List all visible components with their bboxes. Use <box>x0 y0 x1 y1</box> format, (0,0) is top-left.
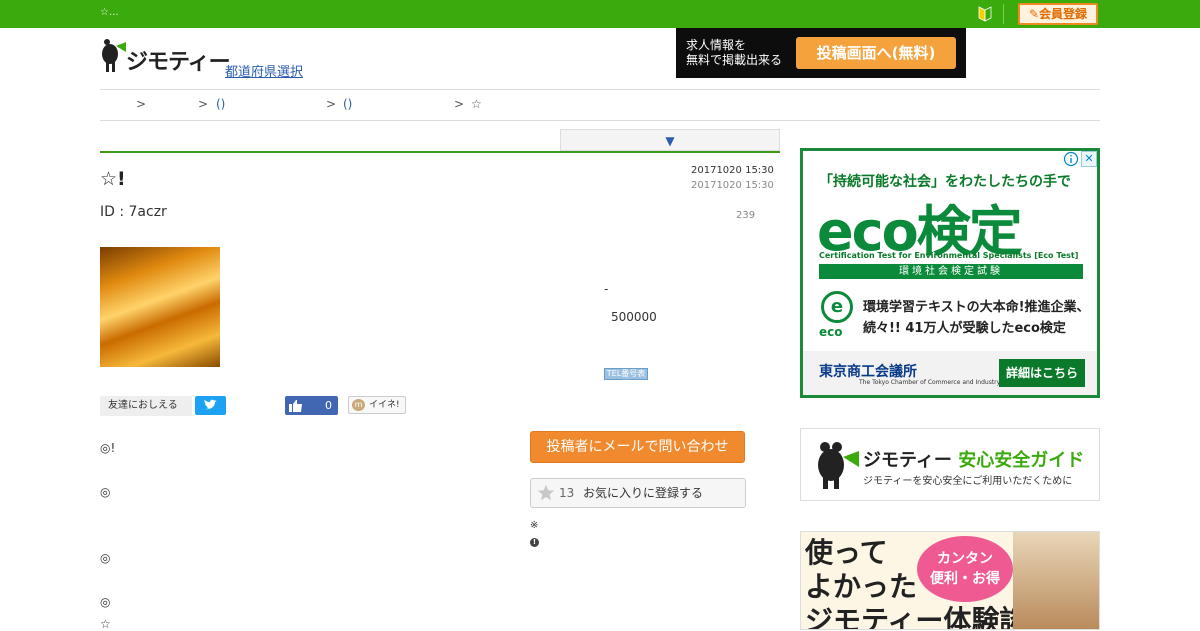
breadcrumb-separator: > <box>198 97 209 111</box>
member-register-button[interactable]: ✎会員登録 <box>1018 3 1098 25</box>
eco-ad-desc: 環境学習テキストの大本命!推進企業、 <box>863 300 1090 315</box>
eco-ad-footer: 東京商工会議所 The Tokyo Chamber of Commerce an… <box>803 351 1097 395</box>
top-bar: ☆... ✎会員登録 <box>0 0 1200 28</box>
beginner-mark-icon[interactable] <box>978 6 992 22</box>
post-id: ID : 7aczr <box>100 204 167 220</box>
jcci-name: 東京商工会議所 <box>819 364 917 380</box>
favorite-count: 13 <box>559 486 575 500</box>
job-banner-text: 求人情報を 無料で掲載出来る <box>686 38 783 67</box>
mixi-icon: m <box>352 399 365 411</box>
logo-text[interactable]: ジモティー <box>126 44 231 76</box>
experience-stories-ad[interactable]: 使って よかった ジモティー体験談 カンタン 便利・お得 <box>800 531 1100 630</box>
facebook-like-count: 0 <box>325 399 332 412</box>
warning-icon: ! <box>530 538 539 547</box>
note-mark: ※ <box>530 520 539 531</box>
jcci-english: The Tokyo Chamber of Commerce and Indust… <box>859 379 1001 386</box>
eco-ad-cert: Certification Test for Environmental Spe… <box>819 251 1079 260</box>
top-crumb: ☆... <box>100 7 119 18</box>
job-post-banner[interactable]: 求人情報を 無料で掲載出来る 投稿画面へ(無料) <box>676 28 966 78</box>
breadcrumb-separator: > <box>326 97 337 111</box>
eco-ad-bar: 環境社会検定試験 <box>819 264 1083 279</box>
view-count: 239 <box>736 210 756 221</box>
post-photo[interactable] <box>100 247 220 367</box>
body-line: ◎! <box>100 441 116 455</box>
safety-guide-title: ジモティー 安心安全ガイド <box>863 450 1085 471</box>
content-top-line <box>100 151 780 153</box>
ad-close-icon[interactable]: ✕ <box>1081 151 1097 167</box>
experience-ad-bubble: カンタン 便利・お得 <box>917 536 1013 602</box>
eco-ad-desc: 続々!! 41万人が受験したeco検定 <box>863 321 1066 336</box>
breadcrumb-link[interactable]: () <box>216 97 225 111</box>
body-line: ◎ <box>100 595 111 609</box>
favorite-label: お気に入りに登録する <box>583 486 704 500</box>
body-line: ☆ <box>100 617 111 631</box>
safety-guide-banner[interactable]: ジモティー 安心安全ガイド ジモティーを安心安全にご利用いただくために <box>800 428 1100 501</box>
tel-badge[interactable]: TEL番号表示 <box>604 368 648 388</box>
add-favorite-button[interactable]: 13 お気に入りに登録する <box>530 478 746 508</box>
post-date: 20171020 15:30 <box>691 165 774 176</box>
body-line: ◎ <box>100 551 111 565</box>
eco-test-ad[interactable]: ✕ 「持続可能な社会」をわたしたちの手で eco検定 Certification… <box>800 148 1100 398</box>
eco-people-logo-text: eco <box>819 325 843 339</box>
category-tab-toggle[interactable]: ▼ <box>560 129 780 151</box>
post-updated-date: 20171020 15:30 <box>691 180 774 191</box>
topbar-divider <box>1003 4 1004 24</box>
post-price: 500000 <box>611 310 657 324</box>
ad-info-icon[interactable] <box>1063 151 1079 167</box>
breadcrumb-link[interactable]: () <box>343 97 352 111</box>
experience-ad-photo <box>1013 532 1099 629</box>
twitter-bird-icon <box>204 399 217 410</box>
header-divider <box>100 89 1100 90</box>
breadcrumb-separator: > <box>454 97 465 111</box>
post-title: ☆! <box>100 168 126 190</box>
body-line: ◎ <box>100 485 111 499</box>
star-icon <box>537 484 555 501</box>
prefecture-select-link[interactable]: 都道府県選択 <box>225 61 303 80</box>
facebook-like-button[interactable]: 0 <box>285 396 338 415</box>
detail-dash: - <box>604 282 609 296</box>
eco-ad-detail-button[interactable]: 詳細はこちら <box>999 359 1085 387</box>
eco-people-logo-icon: e <box>821 291 853 323</box>
iine-label: イイネ! <box>369 400 400 410</box>
safety-guide-subtitle: ジモティーを安心安全にご利用いただくために <box>863 476 1073 487</box>
iine-button[interactable]: m イイネ! <box>348 396 406 414</box>
breadcrumb-current: ☆ <box>471 97 482 111</box>
jmty-bear-icon <box>818 442 859 489</box>
tell-friends-label: 友達におしえる <box>100 396 192 416</box>
post-free-button[interactable]: 投稿画面へ(無料) <box>796 37 956 69</box>
breadcrumb-divider <box>100 120 1100 121</box>
contact-by-mail-button[interactable]: 投稿者にメールで問い合わせ <box>530 431 745 463</box>
twitter-share-button[interactable] <box>195 396 226 415</box>
thumbs-up-icon <box>289 400 302 412</box>
breadcrumb-separator: > <box>136 97 147 111</box>
